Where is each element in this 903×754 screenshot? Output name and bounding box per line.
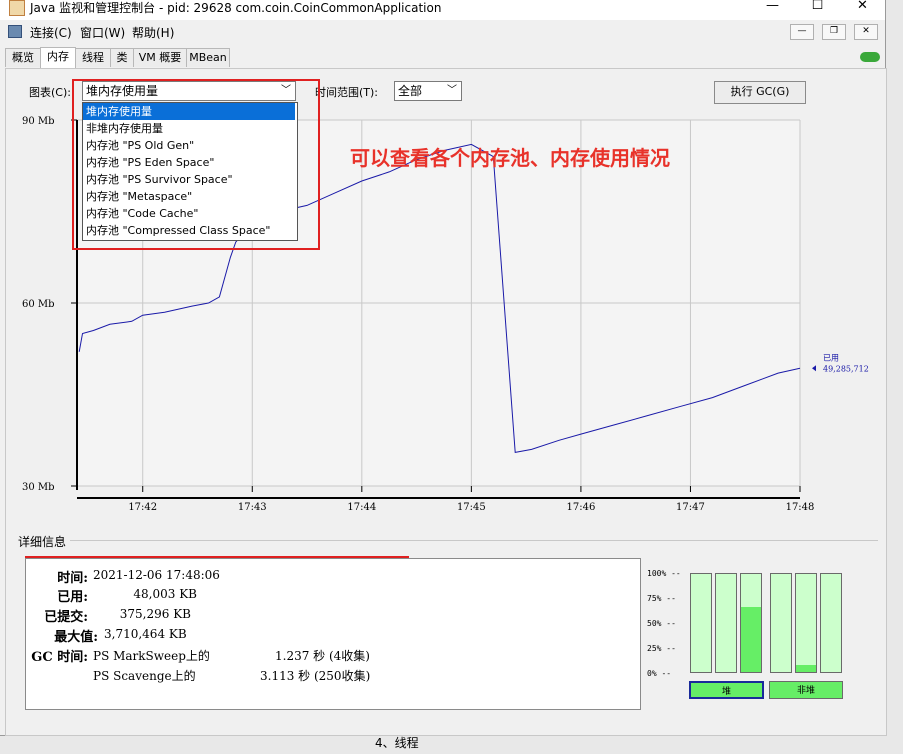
memory-pool-bars: 100% -- 75% -- 50% -- 25% -- 0% -- 堆 非堆: [647, 565, 847, 705]
used-label: 已用:: [57, 590, 88, 605]
current-series-value: 49,285,712: [823, 364, 869, 373]
time-value: 2021-12-06 17:48:06: [93, 568, 220, 582]
tab-vm-summary[interactable]: VM 概要: [133, 48, 187, 67]
pct-label: 25% --: [647, 644, 676, 653]
background-text: 4、线程: [375, 736, 419, 750]
nonheap-pool-bar[interactable]: [770, 573, 792, 673]
y-tick-label: 90 Mb: [22, 116, 55, 127]
connection-status-icon: [860, 52, 880, 62]
x-tick-label: 17:47: [676, 502, 705, 513]
current-value-marker: [812, 365, 816, 372]
y-tick-label: 30 Mb: [22, 482, 55, 493]
x-tick-label: 17:43: [238, 502, 267, 513]
menu-bar: 连接(C) 窗口(W) 帮助(H): [0, 21, 885, 41]
perform-gc-button[interactable]: 执行 GC(G): [714, 81, 806, 104]
x-tick-label: 17:46: [566, 502, 595, 513]
app-window: Java 监视和管理控制台 - pid: 29628 com.coin.Coin…: [0, 0, 887, 736]
pct-label: 0% --: [647, 669, 672, 678]
nonheap-pool-bar[interactable]: [795, 573, 817, 673]
time-label: 时间:: [57, 571, 88, 586]
window-title: Java 监视和管理控制台 - pid: 29628 com.coin.Coin…: [30, 1, 442, 15]
x-tick-label: 17:44: [347, 502, 376, 513]
nonheap-pool-bar[interactable]: [820, 573, 842, 673]
menu-window[interactable]: 窗口(W): [80, 24, 125, 41]
tab-classes[interactable]: 类: [110, 48, 134, 67]
pct-label: 75% --: [647, 594, 676, 603]
close-icon[interactable]: ✕: [840, 0, 885, 14]
minimize-icon[interactable]: —: [750, 0, 795, 14]
tab-memory[interactable]: 内存: [40, 47, 76, 68]
tab-overview[interactable]: 概览: [5, 48, 41, 67]
gc-row-time: 1.237 秒 (4收集): [275, 649, 370, 663]
menu-connection[interactable]: 连接(C): [30, 24, 72, 41]
x-tick-label: 17:48: [786, 502, 815, 513]
details-separator: [70, 540, 878, 541]
y-tick-label: 60 Mb: [22, 299, 55, 310]
highlight-box-dropdown: [72, 79, 320, 250]
range-label: 时间范围(T):: [315, 86, 379, 99]
pct-label: 100% --: [647, 569, 681, 578]
nonheap-bar-label[interactable]: 非堆: [769, 681, 843, 699]
gc-row-name: PS Scavenge上的: [93, 669, 196, 683]
gc-time-label: GC 时间:: [31, 650, 88, 665]
gc-row-time: 3.113 秒 (250收集): [260, 669, 371, 683]
range-select[interactable]: 全部 ﹀: [394, 81, 462, 101]
used-value: 48,003 KB: [133, 587, 197, 601]
title-bar: Java 监视和管理控制台 - pid: 29628 com.coin.Coin…: [0, 0, 885, 20]
max-label: 最大值:: [54, 630, 98, 645]
tab-threads[interactable]: 线程: [75, 48, 111, 67]
x-tick-label: 17:42: [128, 502, 157, 513]
heap-pool-bar[interactable]: [690, 573, 712, 673]
mdi-minimize-icon[interactable]: —: [790, 24, 814, 40]
heap-pool-bar[interactable]: [715, 573, 737, 673]
max-value: 3,710,464 KB: [104, 627, 187, 641]
connection-icon: [8, 25, 22, 38]
committed-value: 375,296 KB: [119, 607, 191, 621]
gc-row-name: PS MarkSweep上的: [93, 649, 210, 663]
committed-label: 已提交:: [44, 610, 88, 625]
menu-help[interactable]: 帮助(H): [132, 24, 174, 41]
pct-label: 50% --: [647, 619, 676, 628]
maximize-icon[interactable]: ☐: [795, 0, 840, 14]
current-series-label: 已用: [823, 353, 839, 362]
mdi-close-icon[interactable]: ✕: [854, 24, 878, 40]
x-tick-label: 17:45: [457, 502, 486, 513]
details-title: 详细信息: [18, 535, 67, 549]
java-logo-icon: [9, 0, 25, 16]
range-select-value: 全部: [398, 84, 423, 98]
heap-pool-bar[interactable]: [740, 573, 762, 673]
heap-bar-label[interactable]: 堆: [689, 681, 764, 699]
annotation-text: 可以查看各个内存池、内存使用情况: [350, 146, 670, 170]
chevron-down-icon: ﹀: [447, 85, 457, 96]
chart-label: 图表(C):: [29, 86, 71, 99]
mdi-restore-icon[interactable]: ❐: [822, 24, 846, 40]
tab-mbean[interactable]: MBean: [186, 48, 230, 67]
